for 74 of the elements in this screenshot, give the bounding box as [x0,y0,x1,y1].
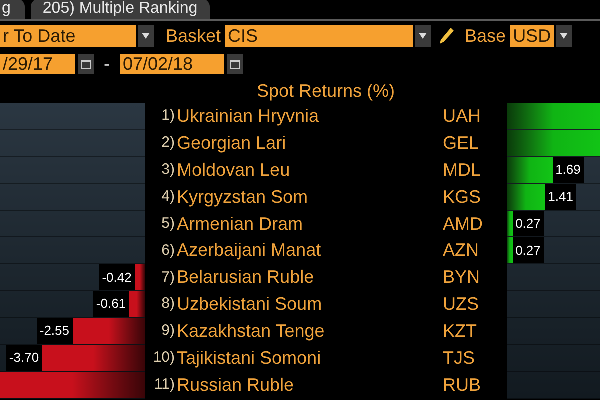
rank-number: 7) [160,268,175,288]
currency-code: TJS [443,346,476,370]
tab[interactable]: 205) Multiple Ranking [30,0,210,19]
value-label: 1.41 [545,184,576,210]
rank-number: 8) [160,294,175,314]
currency-name: Belarusian Ruble [177,266,316,290]
currency-code: UAH [443,104,482,128]
value-label: -0.61 [93,291,130,318]
value-label: -3.70 [6,345,42,371]
currency-name: Tajikistani Somoni [177,346,322,370]
caret-icon [419,33,428,39]
rank-number: 6) [160,240,175,261]
currency-name: Moldovan Leu [177,158,292,182]
currency-name: Kyrgyzstan Som [177,186,310,209]
list-row[interactable]: 1)Ukrainian Hryvnia UAH [145,103,507,130]
calendar-button[interactable] [227,54,243,74]
currency-name: Kazakhstan Tenge [177,320,326,344]
value-label: 1.69 [552,156,584,183]
rank-number: 9) [160,321,175,342]
currency-code: KGS [443,186,482,209]
rank-number: 4) [160,186,175,207]
list-row[interactable]: 10)Tajikistani Somoni TJS [145,345,507,372]
value-label: 0.27 [512,237,544,264]
currency-code: MDL [443,158,482,182]
currency-code: AMD [443,212,483,236]
list-row[interactable]: 11)Russian Ruble RUB [145,372,507,399]
rank-number: 5) [160,214,175,234]
list-row[interactable]: 7)Belarusian Ruble BYN [145,264,507,292]
list-row[interactable]: 8)Uzbekistani Soum UZS [145,291,507,318]
caret-icon [560,33,568,39]
list-row[interactable]: 3)Moldovan Leu MDL [145,156,507,184]
basket-dropdown[interactable]: CIS [225,25,414,47]
dropdown-button[interactable] [138,25,154,47]
list-row[interactable]: 4)Kyrgyzstan Som KGS [145,184,507,211]
currency-code: RUB [443,374,482,397]
rank-number: 11) [153,375,175,396]
rank-number: 10) [152,348,175,368]
caret-icon [142,33,150,39]
calendar-button[interactable] [78,54,94,74]
pencil-icon[interactable] [439,27,456,45]
calendar-icon [81,59,91,69]
chart-title: Spot Returns (%) [256,80,396,103]
currency-name: Azerbaijani Manat [177,239,322,262]
start-date-field[interactable]: /29/17 [0,54,75,74]
currency-name: Armenian Dram [177,212,304,236]
value-label: 0.27 [512,210,544,236]
dropdown-button[interactable] [556,25,572,47]
tab[interactable]: g [0,0,25,19]
value-label: -2.55 [36,318,72,344]
list-row[interactable]: 2)Georgian Lari GEL [145,130,507,157]
field-label: Basket [166,24,222,48]
currency-name: Georgian Lari [177,132,288,155]
currency-name: Ukrainian Hryvnia [177,104,320,128]
date-separator: - [104,52,110,76]
currency-code: KZT [443,320,477,344]
list-row[interactable]: 6)Azerbaijani Manat AZN [145,237,507,264]
end-date-field[interactable]: 07/02/18 [120,54,224,74]
currency-code: AZN [443,239,479,262]
field-label: Base [465,24,506,48]
period-dropdown[interactable]: r To Date [0,25,136,47]
currency-name: Uzbekistani Soum [177,293,324,316]
currency-name: Russian Ruble [177,374,296,397]
calendar-icon [230,59,240,69]
currency-code: GEL [443,132,480,155]
base-dropdown[interactable]: USD [510,25,554,47]
currency-code: UZS [443,293,479,316]
list-row[interactable]: 9)Kazakhstan Tenge KZT [145,318,507,346]
rank-number: 2) [160,133,175,154]
dropdown-button[interactable] [415,25,432,47]
list-row[interactable]: 5)Armenian Dram AMD [145,210,507,238]
currency-code: BYN [443,266,480,290]
rank-number: 3) [160,160,175,180]
rank-number: 1) [160,106,175,126]
value-label: -0.42 [99,264,135,290]
